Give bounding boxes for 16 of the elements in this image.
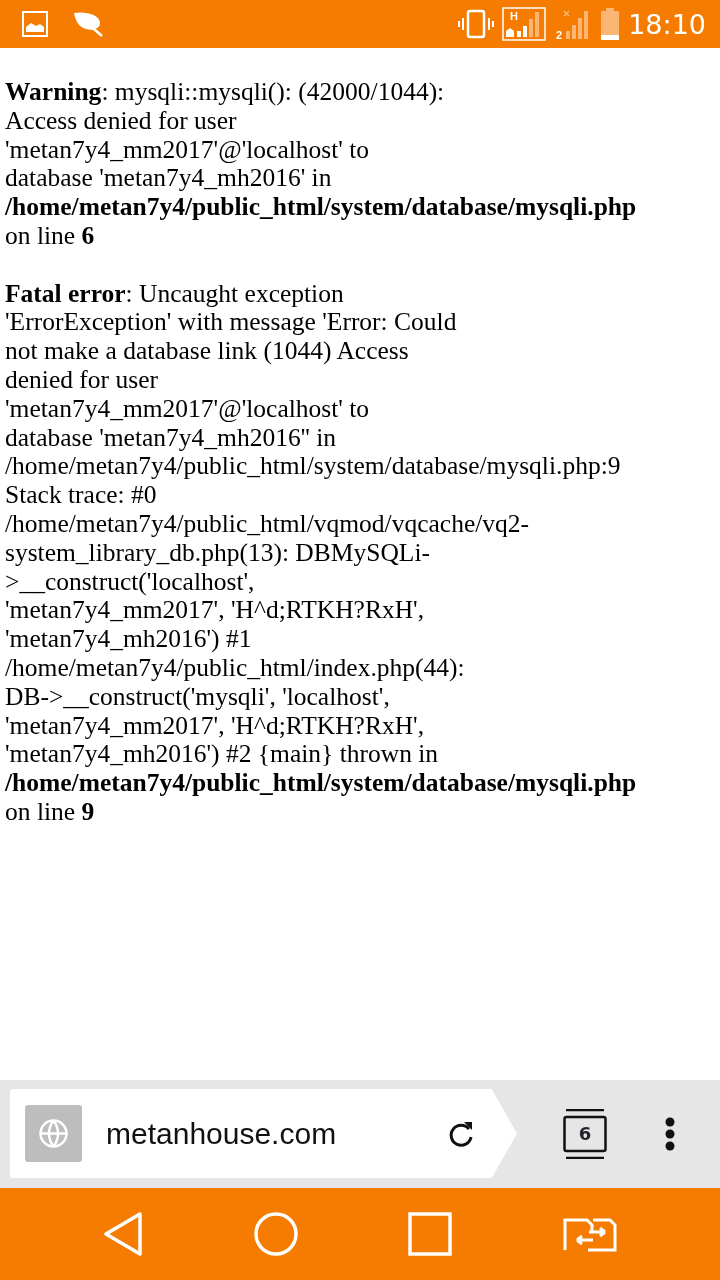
more-menu-icon[interactable] xyxy=(665,1116,675,1151)
globe-icon xyxy=(25,1105,82,1162)
back-icon[interactable] xyxy=(103,1212,144,1256)
vibrate-icon xyxy=(458,9,495,39)
leaf-icon xyxy=(72,11,104,37)
image-icon xyxy=(22,11,48,37)
signal-icon: H xyxy=(502,7,547,41)
sim-switch-icon[interactable] xyxy=(562,1216,617,1252)
clock-time: 18:10 xyxy=(628,10,706,38)
url-text: metanhouse.com xyxy=(106,1116,337,1152)
error-message: Warning: mysqli::mysqli(): (42000/1044): Access denied for user 'metan7y4_mm2017'@'localhost' to database 'metan7y4_mh2016' in /home/metan7y4/public_html/system/database/mysqli.php on line 6 xyxy=(5,78,638,251)
address-bar[interactable]: metanhouse.com xyxy=(10,1089,517,1178)
home-icon[interactable] xyxy=(253,1212,298,1256)
battery-icon xyxy=(600,8,621,40)
error-message: Fatal error: Uncaught exception 'ErrorException' with message 'Error: Could not make a database link (1044) Access denied for user 'metan7y4_mm2017'@'localhost' to database 'metan7y4_mh2016'' in /home/metan7y4/public_html/system/database/mysqli.php:9 Stack trace: #0 /home/metan7y4/public_html/vqmod/vqcache/vq2- system_library_db.php(13): DBMySQLi- >__construct('localhost', 'metan7y4_mm2017', 'H^d;RTKH?RxH', 'metan7y4_mh2016') #1 /home/metan7y4/public_html/index.php(44): DB->__construct('mysqli', 'localhost', 'metan7y4_mm2017', 'H^d;RTKH?RxH', 'metan7y4_mh2016') #2 {main} thrown in /home/metan7y4/public_html/system/database/mysqli.php on line 9 xyxy=(5,279,638,827)
recent-apps-icon[interactable] xyxy=(408,1212,453,1256)
